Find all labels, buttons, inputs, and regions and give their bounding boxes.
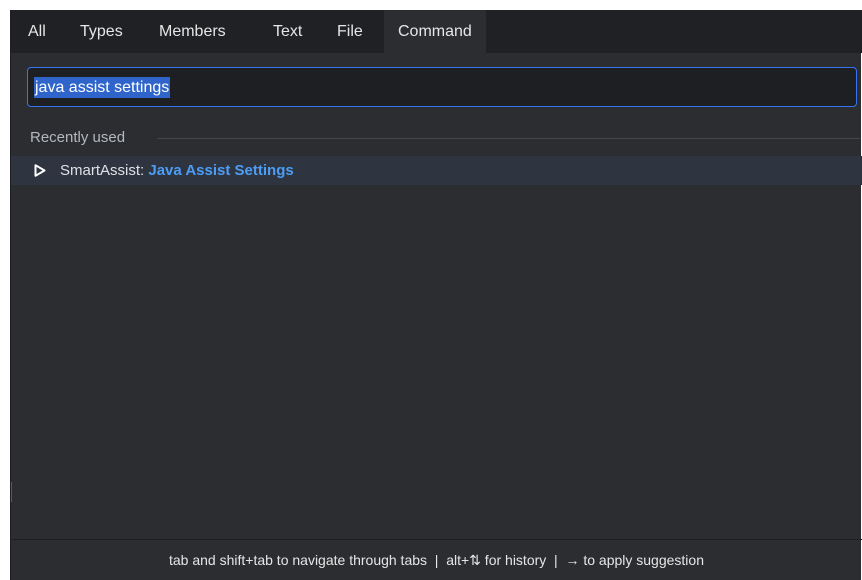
footer-hint: tab and shift+tab to navigate through ta…: [169, 552, 704, 568]
tab-bar: All Types Members Text File Command: [11, 10, 862, 53]
tab-members[interactable]: Members: [159, 10, 226, 53]
section-divider: [157, 138, 860, 139]
tab-all[interactable]: All: [28, 10, 46, 53]
play-icon: [34, 164, 46, 177]
tab-file[interactable]: File: [337, 10, 363, 53]
tab-types[interactable]: Types: [80, 10, 123, 53]
resize-grip[interactable]: [11, 482, 12, 502]
tab-text[interactable]: Text: [273, 10, 302, 53]
result-match: Java Assist Settings: [148, 162, 294, 179]
result-prefix: SmartAssist:: [60, 162, 145, 179]
result-row[interactable]: SmartAssist: Java Assist Settings: [11, 156, 862, 185]
section-label: Recently used: [30, 129, 126, 146]
search-everywhere-popup: All Types Members Text File Command java…: [10, 10, 862, 580]
search-selected-text: java assist settings: [34, 77, 171, 98]
result-label: SmartAssist: Java Assist Settings: [60, 156, 294, 185]
tab-command[interactable]: Command: [384, 10, 486, 53]
footer-divider: [11, 539, 862, 540]
recently-used-header: Recently used: [30, 128, 860, 148]
search-field[interactable]: java assist settings: [27, 67, 857, 107]
